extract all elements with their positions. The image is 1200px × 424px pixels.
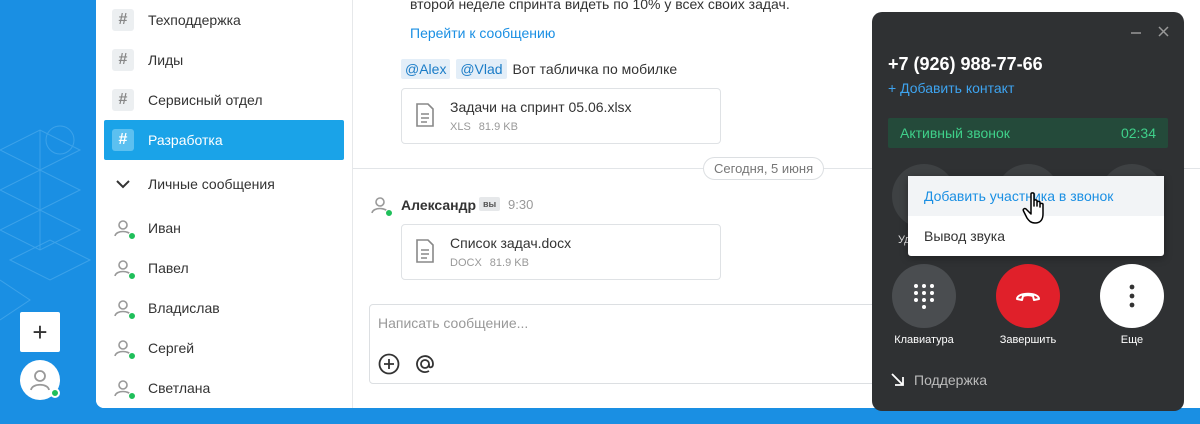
user-name: Светлана (148, 380, 211, 396)
minimize-icon[interactable] (1130, 24, 1142, 36)
personal-messages-header[interactable]: Личные сообщения (104, 164, 344, 204)
plus-icon: + (32, 316, 48, 347)
caller-phone: +7 (926) 988-77-66 (888, 54, 1043, 74)
call-status-bar: Активный звонок 02:34 (888, 118, 1168, 148)
user-icon (112, 297, 136, 320)
add-attachment-button[interactable] (378, 353, 400, 375)
online-indicator (128, 312, 136, 320)
close-icon[interactable] (1158, 26, 1169, 37)
support-link[interactable]: Поддержка (890, 372, 987, 388)
message-composer (369, 304, 929, 384)
file-attachment[interactable]: Список задач.docx DOCX 81.9 KB (401, 224, 721, 280)
user-icon (112, 257, 136, 280)
online-indicator (128, 232, 136, 240)
file-meta: DOCX 81.9 KB (450, 257, 529, 269)
file-size: 81.9 KB (478, 121, 518, 133)
add-button[interactable]: + (20, 312, 60, 352)
arrow-down-right-icon (891, 373, 904, 386)
user-name: Владислав (148, 300, 220, 316)
sidebar-item-support[interactable]: # Техподдержка (104, 0, 344, 40)
sidebar-item-service[interactable]: # Сервисный отдел (104, 80, 344, 120)
sidebar-item-label: Лиды (148, 52, 184, 68)
keypad-icon (914, 284, 934, 309)
mention-button[interactable] (414, 353, 436, 375)
user-name: Сергей (148, 340, 195, 356)
sidebar-item-label: Техподдержка (148, 12, 241, 28)
online-indicator (385, 209, 393, 217)
current-user-avatar[interactable] (20, 360, 60, 400)
file-name: Задачи на спринт 05.06.xlsx (450, 99, 632, 115)
file-meta: XLS 81.9 KB (450, 121, 518, 133)
you-badge: вы (479, 197, 501, 211)
online-indicator (50, 388, 60, 398)
message-input[interactable] (378, 315, 878, 331)
hash-icon: # (112, 49, 134, 71)
call-status: Активный звонок (900, 125, 1010, 141)
support-label: Поддержка (914, 372, 988, 388)
message-text: Вот табличка по мобилке (512, 61, 678, 77)
mention-vlad[interactable]: @Vlad (456, 59, 507, 79)
date-divider: Сегодня, 5 июня (703, 157, 825, 180)
keypad-label: Клавиатура (894, 334, 954, 346)
sidebar-user-svetlana[interactable]: Светлана (104, 368, 344, 408)
message-time: 9:30 (508, 197, 534, 212)
hand-pointer-icon (1022, 192, 1044, 224)
online-indicator (128, 392, 136, 400)
online-indicator (128, 272, 136, 280)
sidebar-item-leads[interactable]: # Лиды (104, 40, 344, 80)
message-text: второй неделе спринта видеть по 10% у вс… (410, 0, 790, 12)
file-type: DOCX (450, 257, 482, 269)
user-name: Иван (148, 220, 181, 236)
keypad-button[interactable] (892, 264, 956, 328)
user-icon (112, 217, 136, 240)
background-decoration (0, 125, 92, 321)
more-vertical-icon (1129, 284, 1135, 308)
hash-icon: # (112, 9, 134, 31)
document-icon (416, 103, 434, 127)
sidebar-user-vladislav[interactable]: Владислав (104, 288, 344, 328)
user-icon (112, 377, 136, 400)
sidebar-user-pavel[interactable]: Павел (104, 248, 344, 288)
more-button[interactable] (1100, 264, 1164, 328)
mention-alex[interactable]: @Alex (401, 59, 451, 79)
sidebar-item-label: Разработка (148, 132, 223, 148)
sidebar-user-ivan[interactable]: Иван (104, 208, 344, 248)
online-indicator (128, 352, 136, 360)
document-icon (416, 239, 434, 263)
more-label: Еще (1120, 334, 1144, 346)
sidebar-item-development[interactable]: # Разработка (104, 120, 344, 160)
at-sign-icon (416, 355, 434, 373)
file-attachment[interactable]: Задачи на спринт 05.06.xlsx XLS 81.9 KB (401, 88, 721, 144)
end-call-label: Завершить (999, 334, 1057, 346)
user-icon (30, 370, 50, 391)
hang-up-icon (1016, 292, 1040, 301)
file-name: Список задач.docx (450, 235, 572, 251)
user-icon (112, 337, 136, 360)
end-call-button[interactable] (996, 264, 1060, 328)
author-name[interactable]: Александр (401, 197, 476, 213)
goto-message-link[interactable]: Перейти к сообщению (410, 25, 555, 41)
mention-message: @Alex @Vlad Вот табличка по мобилке (401, 59, 677, 79)
sidebar-item-label: Сервисный отдел (148, 92, 263, 108)
plus-circle-icon (378, 353, 400, 375)
section-label: Личные сообщения (148, 176, 275, 192)
file-size: 81.9 KB (489, 257, 529, 269)
sidebar-user-sergey[interactable]: Сергей (104, 328, 344, 368)
user-name: Павел (148, 260, 189, 276)
hash-icon: # (112, 129, 134, 151)
call-duration: 02:34 (1120, 125, 1156, 141)
author-avatar[interactable] (369, 194, 393, 217)
add-contact-link[interactable]: + Добавить контакт (888, 80, 1014, 96)
hash-icon: # (112, 89, 134, 111)
file-type: XLS (450, 121, 471, 133)
chevron-down-icon (112, 179, 134, 189)
sidebar: # Техподдержка # Лиды # Сервисный отдел … (96, 0, 352, 408)
